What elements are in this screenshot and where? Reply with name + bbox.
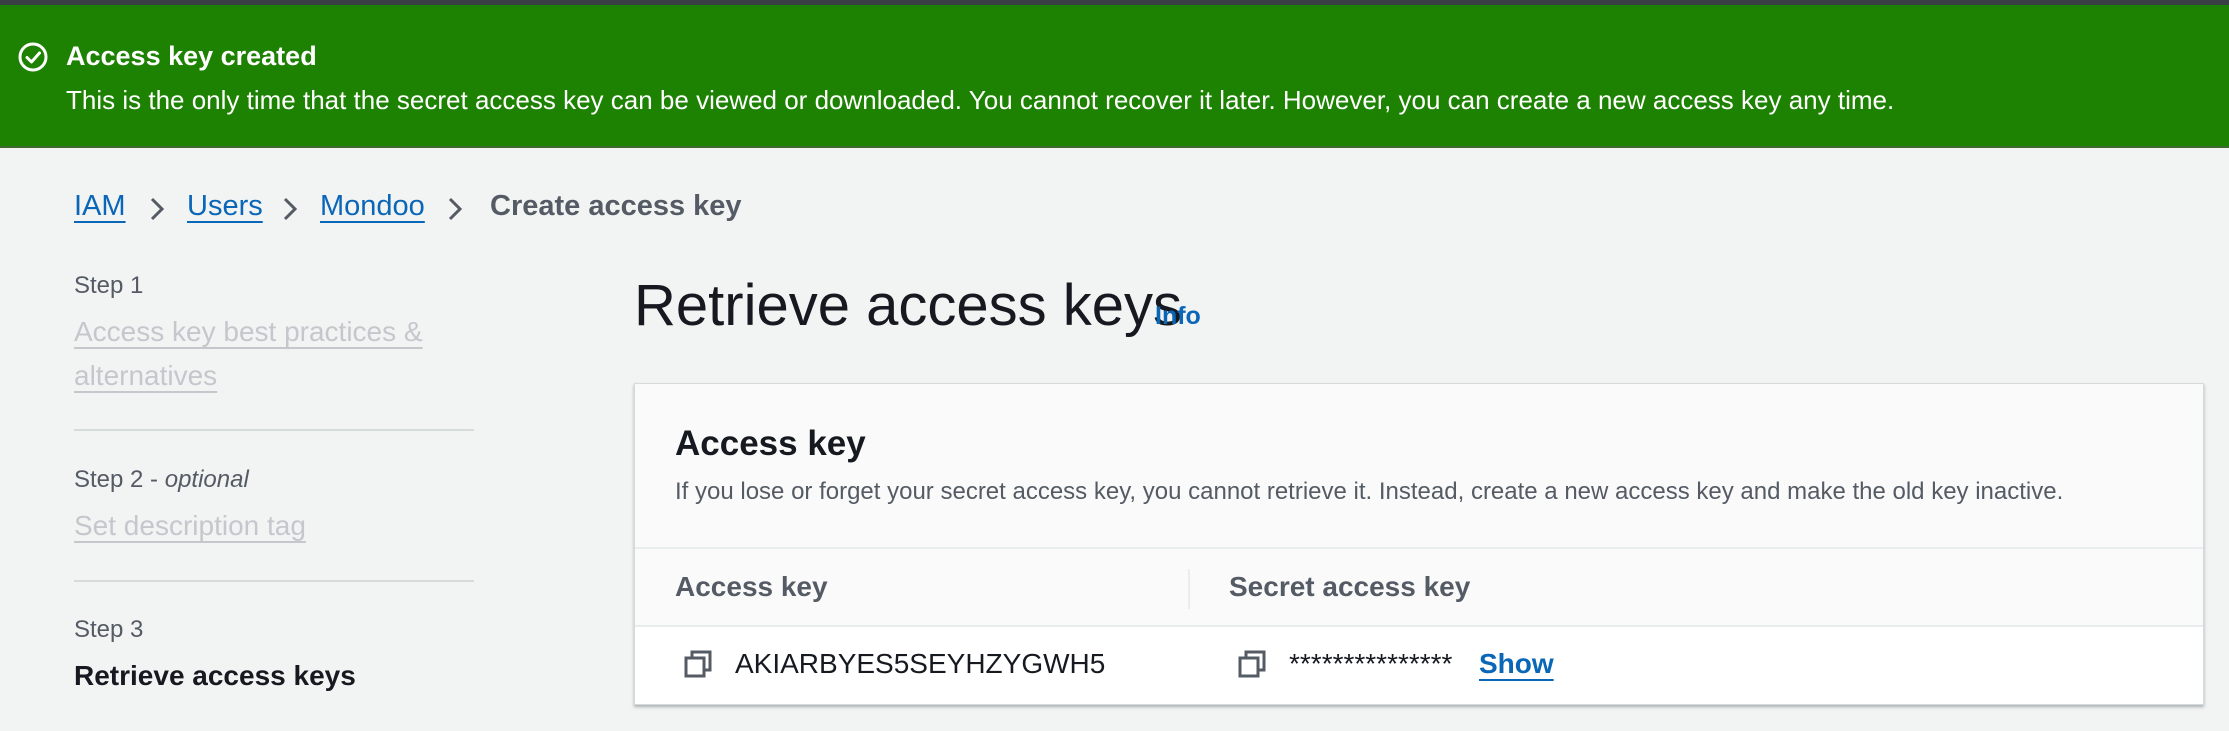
step-3-label: Step 3 bbox=[74, 616, 144, 643]
step-2-link[interactable]: Set description tag bbox=[74, 504, 474, 548]
step-3-current: Retrieve access keys bbox=[74, 660, 356, 691]
secret-access-key-masked: *************** bbox=[1289, 648, 1453, 679]
step-2-label: Step 2 - optional bbox=[74, 466, 249, 493]
success-flashbar: Access key created This is the only time… bbox=[0, 5, 2229, 148]
step-1-link[interactable]: Access key best practices & alternatives bbox=[74, 310, 474, 398]
copy-icon[interactable] bbox=[683, 649, 713, 679]
chevron-right-icon bbox=[283, 197, 298, 221]
show-secret-link[interactable]: Show bbox=[1479, 648, 1554, 680]
step-2-label-text: Step 2 bbox=[74, 466, 144, 493]
page-title: Retrieve access keys bbox=[634, 273, 1182, 338]
breadcrumb-iam[interactable]: IAM bbox=[74, 190, 126, 223]
nav-divider bbox=[74, 429, 474, 431]
breadcrumb-users[interactable]: Users bbox=[187, 190, 263, 223]
info-link[interactable]: Info bbox=[1155, 302, 1201, 331]
column-header-access-key: Access key bbox=[675, 571, 828, 602]
step-2-optional: optional bbox=[164, 466, 249, 493]
nav-divider bbox=[74, 580, 474, 582]
breadcrumb-mondoo[interactable]: Mondoo bbox=[320, 190, 425, 223]
check-circle-icon bbox=[18, 42, 48, 72]
copy-icon[interactable] bbox=[1237, 649, 1267, 679]
chevron-right-icon bbox=[448, 197, 463, 221]
breadcrumb-current: Create access key bbox=[490, 190, 742, 222]
chevron-right-icon bbox=[150, 197, 165, 221]
card-header: Access key If you lose or forget your se… bbox=[635, 384, 2203, 549]
card-description: If you lose or forget your secret access… bbox=[675, 478, 2064, 505]
flash-message: This is the only time that the secret ac… bbox=[66, 85, 1895, 115]
table-row: AKIARBYES5SEYHZYGWH5 *************** Sho… bbox=[635, 627, 2203, 704]
flash-title: Access key created bbox=[66, 41, 317, 71]
table-header: Access key Secret access key bbox=[635, 549, 2203, 627]
card-title: Access key bbox=[675, 424, 866, 463]
access-key-value: AKIARBYES5SEYHZYGWH5 bbox=[735, 648, 1106, 679]
column-header-secret-access-key: Secret access key bbox=[1229, 571, 1471, 602]
access-key-card: Access key If you lose or forget your se… bbox=[634, 383, 2204, 705]
column-divider bbox=[1188, 569, 1190, 609]
step-1-label: Step 1 bbox=[74, 272, 144, 299]
